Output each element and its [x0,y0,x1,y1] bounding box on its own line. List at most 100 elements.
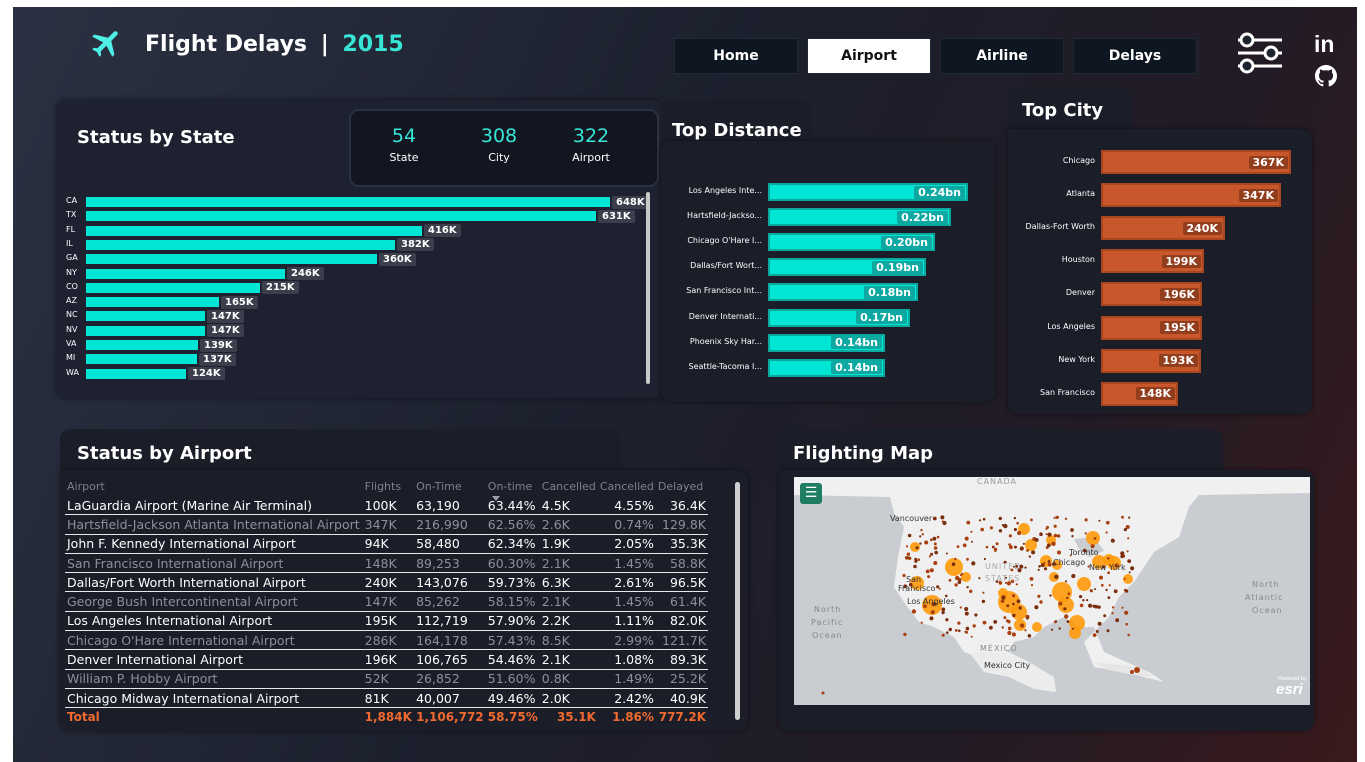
nav-airline[interactable]: Airline [940,38,1064,74]
airport-dot[interactable] [933,546,938,550]
bar[interactable] [86,254,377,265]
airport-dot[interactable] [1019,546,1024,551]
airport-dot[interactable] [1001,626,1004,629]
airport-dot[interactable] [927,575,931,579]
airport-dot[interactable] [914,557,918,561]
airport-dot[interactable] [985,545,989,549]
airport-dot[interactable] [929,568,934,573]
airport-dot[interactable] [966,586,969,589]
airport-dot[interactable] [1066,620,1070,623]
airport-dot[interactable] [1064,614,1069,619]
airport-dot[interactable] [981,599,986,604]
airport-dot[interactable] [1071,535,1074,538]
airport-dot[interactable] [1082,599,1085,602]
airport-bubble[interactable] [945,558,963,576]
airport-dot[interactable] [982,517,986,521]
airport-dot[interactable] [1034,605,1039,610]
airport-bubble[interactable] [1011,604,1027,620]
airport-dot[interactable] [989,625,993,630]
airport-dot[interactable] [1019,623,1025,628]
airport-dot[interactable] [1093,537,1097,540]
airport-dot[interactable] [1031,550,1036,555]
table-scrollbar-thumb[interactable] [735,482,740,720]
airport-dot[interactable] [906,545,909,548]
airport-dot[interactable] [1003,616,1007,620]
airport-dot[interactable] [1030,584,1034,587]
airport-dot[interactable] [1110,538,1115,543]
airport-dot[interactable] [971,540,973,543]
airport-dot[interactable] [1049,594,1052,597]
airport-dot[interactable] [1071,573,1076,579]
airport-dot[interactable] [1106,520,1110,525]
airport-dot[interactable] [1107,557,1110,560]
airport-dot[interactable] [1115,618,1120,623]
table-row[interactable]: George Bush Intercontinental Airport 147K… [65,591,708,612]
map-menu-button[interactable]: ☰ [800,483,822,504]
airport-dot[interactable] [1108,584,1111,587]
airport-dot[interactable] [1066,596,1069,599]
airport-dot[interactable] [972,624,976,628]
bar[interactable] [86,368,186,379]
airport-dot[interactable] [1125,589,1129,593]
airport-dot[interactable] [1128,516,1131,519]
airport-dot[interactable] [1027,634,1032,638]
airport-dot[interactable] [930,552,934,556]
bar[interactable] [86,340,198,350]
airport-dot[interactable] [907,556,910,559]
airport-dot[interactable] [1099,575,1103,580]
airport-dot[interactable] [957,580,962,584]
airport-dot[interactable] [1067,592,1071,595]
airport-dot[interactable] [1024,629,1027,632]
filter-sliders-icon[interactable] [1235,31,1285,75]
airport-dot[interactable] [1007,626,1012,631]
airport-dot[interactable] [1123,577,1126,580]
airport-dot[interactable] [1013,527,1017,532]
airport-dot[interactable] [933,542,937,546]
airport-dot[interactable] [1007,630,1012,636]
airport-dot[interactable] [1079,603,1084,608]
airport-dot[interactable] [941,607,946,612]
airport-dot[interactable] [1125,622,1128,626]
table-row[interactable]: Chicago Midway International Airport 81K 4… [65,688,708,709]
airport-dot[interactable] [1094,604,1098,609]
airport-dot[interactable] [1070,528,1074,532]
airport-dot[interactable] [929,538,933,542]
airport-dot[interactable] [1053,533,1058,538]
airport-dot[interactable] [1047,562,1052,567]
airport-dot[interactable] [964,607,969,611]
col-cancelled-count[interactable]: Cancelled [540,476,598,496]
airport-dot[interactable] [1105,588,1108,592]
col-on-time-count[interactable]: On-Time [414,476,486,496]
linkedin-icon[interactable]: in [1314,31,1334,58]
airport-dot[interactable] [1045,533,1048,536]
airport-dot[interactable] [965,630,968,634]
airport-dot[interactable] [1120,554,1124,559]
bar[interactable] [86,311,205,322]
nav-airport[interactable]: Airport [807,38,931,74]
airport-dot[interactable] [1024,566,1027,569]
airport-dot[interactable] [966,557,969,561]
airport-dot[interactable] [1124,610,1129,615]
airport-dot[interactable] [1107,596,1111,599]
airport-dot[interactable] [941,520,944,523]
airport-dot[interactable] [1054,574,1059,579]
airport-dot[interactable] [955,575,960,581]
airport-dot[interactable] [941,610,945,615]
airport-dot[interactable] [945,552,948,555]
airport-dot[interactable] [1086,599,1089,602]
airport-dot[interactable] [1001,524,1004,527]
bar[interactable] [86,354,197,365]
airport-dot[interactable] [1022,542,1025,545]
airport-dot[interactable] [1126,550,1129,553]
airport-dot[interactable] [1001,595,1006,600]
airport-dot[interactable] [1046,543,1051,548]
airport-dot[interactable] [1047,560,1051,563]
airport-dot[interactable] [1012,613,1016,618]
table-row[interactable]: William P. Hobby Airport 52K 26,852 51.60% 0… [65,669,708,689]
airport-dot[interactable] [1097,621,1102,626]
airport-bubble[interactable] [1032,622,1042,632]
airport-dot[interactable] [1013,516,1017,520]
airport-dot[interactable] [956,545,960,548]
airport-dot[interactable] [1026,549,1029,552]
airport-dot[interactable] [1012,602,1015,606]
